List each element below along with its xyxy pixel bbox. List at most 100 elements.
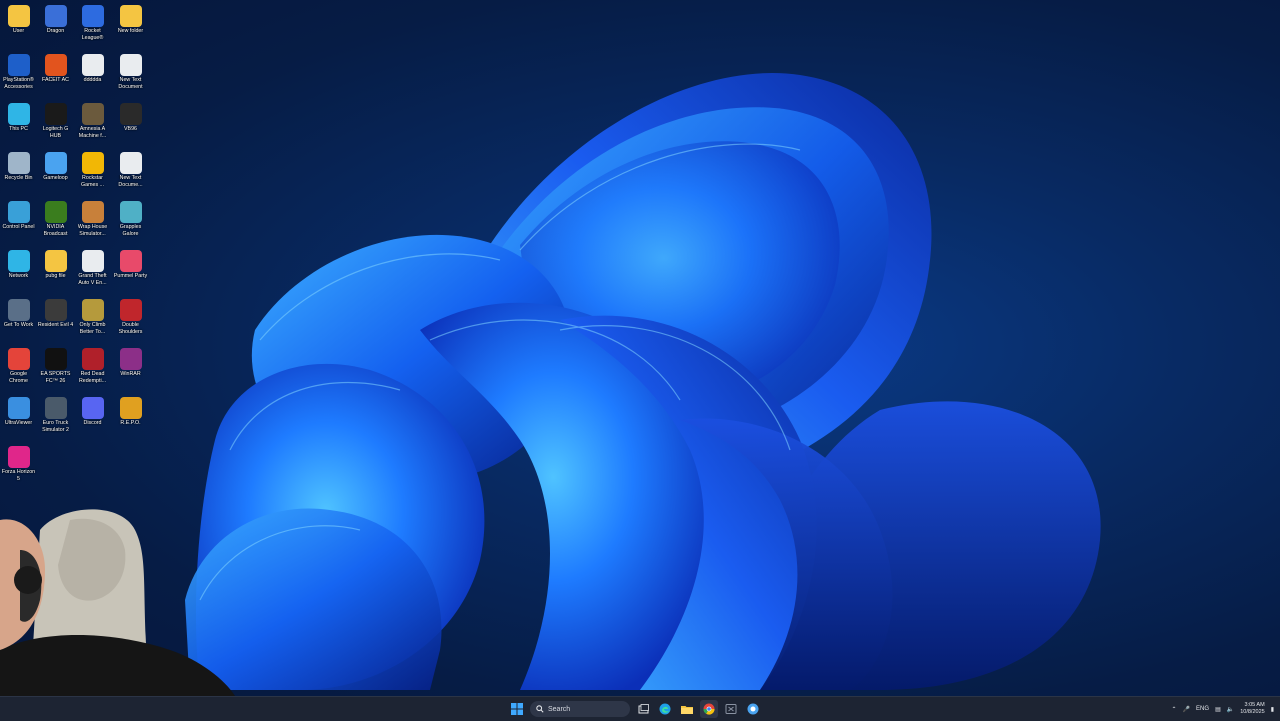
folder-icon bbox=[44, 250, 67, 272]
repo-icon bbox=[119, 397, 142, 419]
desktop-icon-label: Forza Horizon 5 bbox=[1, 469, 36, 482]
desktop-icon-label: Discord bbox=[83, 420, 102, 426]
task-view-button[interactable] bbox=[634, 700, 652, 718]
text-file-icon bbox=[119, 152, 142, 174]
gta-icon bbox=[81, 250, 104, 272]
desktop-icon[interactable]: Discord bbox=[74, 394, 111, 442]
taskbar-search-box[interactable]: Search bbox=[530, 701, 630, 717]
network-icon[interactable]: ▤ bbox=[1215, 706, 1221, 713]
desktop-icon[interactable]: R.E.P.O. bbox=[112, 394, 149, 442]
taskbar-file-explorer-button[interactable] bbox=[678, 700, 696, 718]
desktop-icon[interactable]: pubg file bbox=[37, 247, 74, 295]
desktop-icon[interactable]: Resident Evil 4 bbox=[37, 296, 74, 344]
desktop-icon[interactable]: Dragon bbox=[37, 2, 74, 50]
windows-logo-icon bbox=[511, 703, 523, 715]
taskbar-apps: Search bbox=[508, 699, 762, 719]
desktop-icon-label: UltraViewer bbox=[4, 420, 33, 426]
ea-fc-icon bbox=[44, 348, 67, 370]
desktop-icon-label: Pummel Party bbox=[113, 273, 148, 279]
desktop-icon-label: Grapples Galore bbox=[119, 224, 142, 237]
desktop-icon-label: Red Dead Redempti... bbox=[78, 371, 107, 384]
resident-evil-icon bbox=[44, 299, 67, 321]
desktop-icon[interactable]: Grapples Galore bbox=[112, 198, 149, 246]
desktop-icon[interactable]: Network bbox=[0, 247, 37, 295]
desktop-icon-label: NVIDIA Broadcast bbox=[43, 224, 68, 237]
forza-icon bbox=[7, 446, 30, 468]
desktop-icon[interactable]: Rockstar Games ... bbox=[74, 149, 111, 197]
desktop-icon[interactable]: UltraViewer bbox=[0, 394, 37, 442]
desktop-icon[interactable]: User bbox=[0, 2, 37, 50]
desktop-icon-label: This PC bbox=[9, 126, 28, 132]
clock-time: 3:05 AM bbox=[1244, 702, 1265, 708]
desktop-icon-label: Amnesia A Machine f... bbox=[78, 126, 107, 139]
desktop-icon-label: Grand Theft Auto V En... bbox=[78, 273, 107, 286]
desktop-icon[interactable]: ddddda bbox=[74, 51, 111, 99]
gameloop-icon bbox=[747, 703, 759, 715]
desktop-icon-label: New Text Document bbox=[118, 77, 143, 90]
desktop-icon-label: Resident Evil 4 bbox=[37, 322, 74, 328]
chevron-up-icon[interactable]: ⌃ bbox=[1172, 706, 1177, 713]
desktop-icon-label: Wrap House Simulator... bbox=[77, 224, 108, 237]
desktop-icon-label: Only Climb Better To... bbox=[79, 322, 106, 335]
desktop-icon[interactable]: Double Shoulders bbox=[112, 296, 149, 344]
desktop-icon[interactable]: Grand Theft Auto V En... bbox=[74, 247, 111, 295]
language-indicator[interactable]: ENG bbox=[1196, 706, 1209, 712]
desktop-icon-label: Recycle Bin bbox=[4, 175, 33, 181]
desktop-icon[interactable]: Recycle Bin bbox=[0, 149, 37, 197]
desktop-icon[interactable]: Google Chrome bbox=[0, 345, 37, 393]
desktop-icon-label: Gameloop bbox=[43, 175, 68, 181]
desktop-icon-label: Rocket League® bbox=[81, 28, 104, 41]
volume-icon[interactable]: 🔈 bbox=[1227, 706, 1234, 713]
microphone-icon[interactable]: 🎤 bbox=[1183, 706, 1190, 713]
desktop-icon[interactable]: New folder bbox=[112, 2, 149, 50]
desktop-icon[interactable]: EA SPORTS FC™ 26 bbox=[37, 345, 74, 393]
logitech-icon bbox=[44, 103, 67, 125]
desktop-icon[interactable]: Pummel Party bbox=[112, 247, 149, 295]
desktop-icon[interactable]: New Text Document bbox=[112, 51, 149, 99]
desktop-icon[interactable]: PlayStation® Accessories bbox=[0, 51, 37, 99]
discord-icon bbox=[81, 397, 104, 419]
desktop-icon-label: New Text Docume... bbox=[118, 175, 143, 188]
desktop-icon-label: Control Panel bbox=[2, 224, 35, 230]
desktop-icon[interactable]: WinRAR bbox=[112, 345, 149, 393]
faceit-icon bbox=[44, 54, 67, 76]
desktop-icon[interactable]: Wrap House Simulator... bbox=[74, 198, 111, 246]
euro-truck-icon bbox=[44, 397, 67, 419]
wrap-house-icon bbox=[81, 201, 104, 223]
chrome-icon bbox=[703, 703, 715, 715]
clock[interactable]: 3:05 AM 10/8/2025 bbox=[1240, 702, 1264, 716]
taskbar-xbox-button[interactable] bbox=[722, 700, 740, 718]
desktop-icon[interactable]: Only Climb Better To... bbox=[74, 296, 111, 344]
desktop-icon[interactable]: FACEIT AC bbox=[37, 51, 74, 99]
taskbar-edge-button[interactable] bbox=[656, 700, 674, 718]
notification-icon[interactable]: ▮ bbox=[1271, 706, 1274, 713]
desktop-icon[interactable]: Rocket League® bbox=[74, 2, 111, 50]
desktop-icon[interactable]: VB96 bbox=[112, 100, 149, 148]
desktop-icon-label: Logitech G HUB bbox=[42, 126, 69, 139]
desktop-icon[interactable]: Get To Work bbox=[0, 296, 37, 344]
desktop-icon[interactable]: Gameloop bbox=[37, 149, 74, 197]
desktop-icon[interactable]: New Text Docume... bbox=[112, 149, 149, 197]
desktop-icon[interactable]: Euro Truck Simulator 2 bbox=[37, 394, 74, 442]
red-dead-icon bbox=[81, 348, 104, 370]
webcam-overlay bbox=[0, 509, 235, 696]
desktop-icon-label: Dragon bbox=[46, 28, 65, 34]
desktop-icon[interactable]: Forza Horizon 5 bbox=[0, 443, 37, 491]
text-file-icon bbox=[119, 54, 142, 76]
taskbar-chrome-button[interactable] bbox=[700, 700, 718, 718]
desktop-icon[interactable]: Control Panel bbox=[0, 198, 37, 246]
amnesia-icon bbox=[81, 103, 104, 125]
desktop-icon-label: Double Shoulders bbox=[118, 322, 143, 335]
desktop-icon[interactable]: Amnesia A Machine f... bbox=[74, 100, 111, 148]
recycle-bin-icon bbox=[7, 152, 30, 174]
taskbar-gameloop-button[interactable] bbox=[744, 700, 762, 718]
start-button[interactable] bbox=[508, 700, 526, 718]
ultraviewer-icon bbox=[7, 397, 30, 419]
desktop-icon[interactable]: This PC bbox=[0, 100, 37, 148]
file-explorer-icon bbox=[681, 705, 693, 714]
desktop-icon[interactable]: NVIDIA Broadcast bbox=[37, 198, 74, 246]
gameloop-icon bbox=[44, 152, 67, 174]
desktop-icon[interactable]: Logitech G HUB bbox=[37, 100, 74, 148]
text-file-icon bbox=[81, 54, 104, 76]
desktop-icon[interactable]: Red Dead Redempti... bbox=[74, 345, 111, 393]
